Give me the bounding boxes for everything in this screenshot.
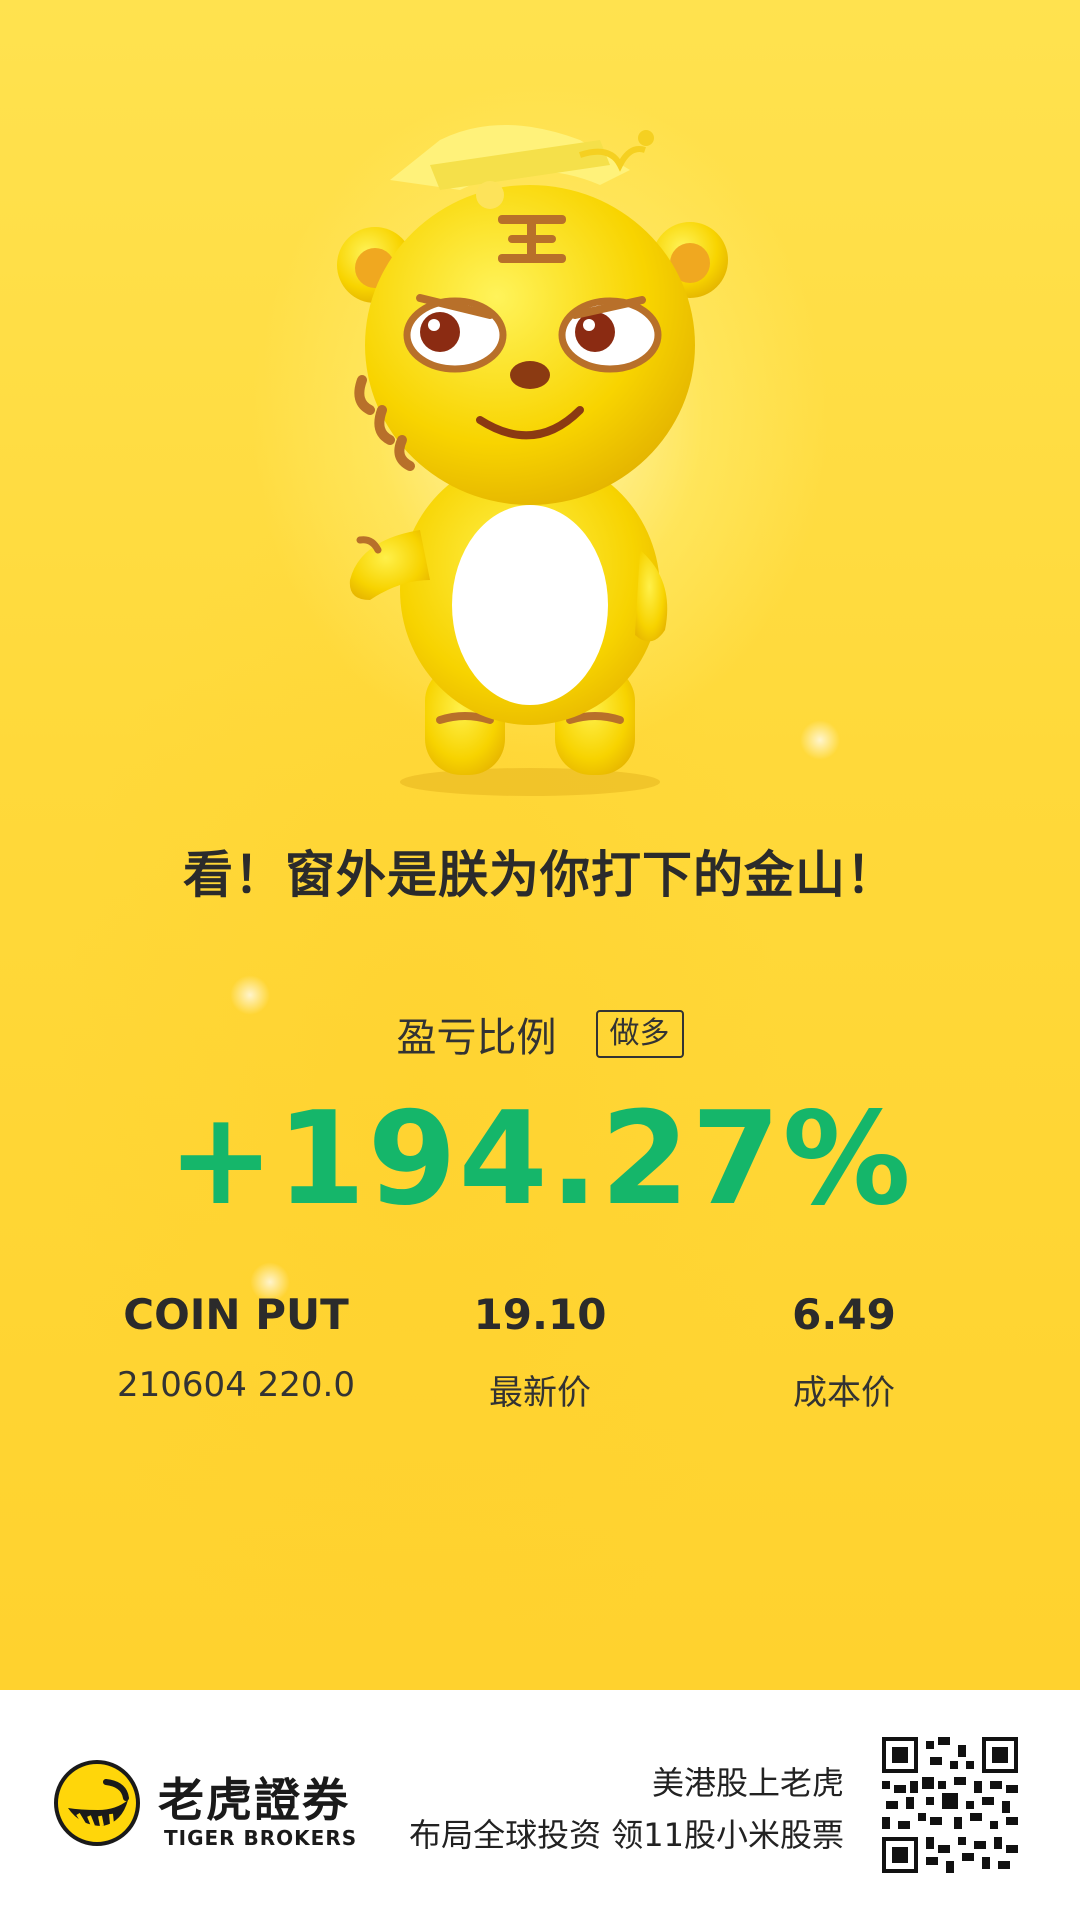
brand-name-cn: 老虎證券 <box>158 1773 350 1827</box>
cost-price-stat: 6.49 成本价 <box>684 1290 1004 1414</box>
tiger-brokers-logo-icon <box>54 1760 140 1846</box>
latest-price-stat: 19.10 最新价 <box>380 1290 700 1414</box>
latest-price-label: 最新价 <box>489 1373 591 1413</box>
instrument-stat: COIN PUT 210604 220.0 <box>76 1290 396 1405</box>
cost-price-value: 6.49 <box>792 1290 896 1339</box>
pnl-ratio-row: 盈亏比例 做多 <box>0 1005 1080 1061</box>
instrument-contract: 210604 220.0 <box>117 1365 355 1405</box>
brand-name-en: TIGER BROKERS <box>164 1826 358 1850</box>
sparkle <box>800 720 840 760</box>
slogan-line-1: 美港股上老虎 <box>651 1764 844 1802</box>
pnl-percent: +194.27% <box>167 1085 913 1234</box>
footer: 老虎證券 TIGER BROKERS 美港股上老虎 布局全球投资 领11股小米股… <box>0 1690 1080 1920</box>
qr-code-icon[interactable] <box>882 1737 1018 1873</box>
latest-price-value: 19.10 <box>473 1290 607 1339</box>
share-poster: 看！窗外是朕为你打下的金山！ 盈亏比例 做多 +194.27% COIN PUT… <box>0 0 1080 1690</box>
tiger-mascot-icon <box>337 125 728 796</box>
direction-badge: 做多 <box>595 1010 684 1058</box>
headline: 看！窗外是朕为你打下的金山！ <box>183 846 897 904</box>
position-stats: COIN PUT 210604 220.0 19.10 最新价 6.49 成本价 <box>0 1290 1080 1413</box>
pnl-ratio-label: 盈亏比例 <box>396 1015 557 1061</box>
instrument-name: COIN PUT <box>123 1290 349 1339</box>
slogan-line-2: 布局全球投资 领11股小米股票 <box>409 1816 844 1854</box>
cost-price-label: 成本价 <box>793 1373 895 1413</box>
